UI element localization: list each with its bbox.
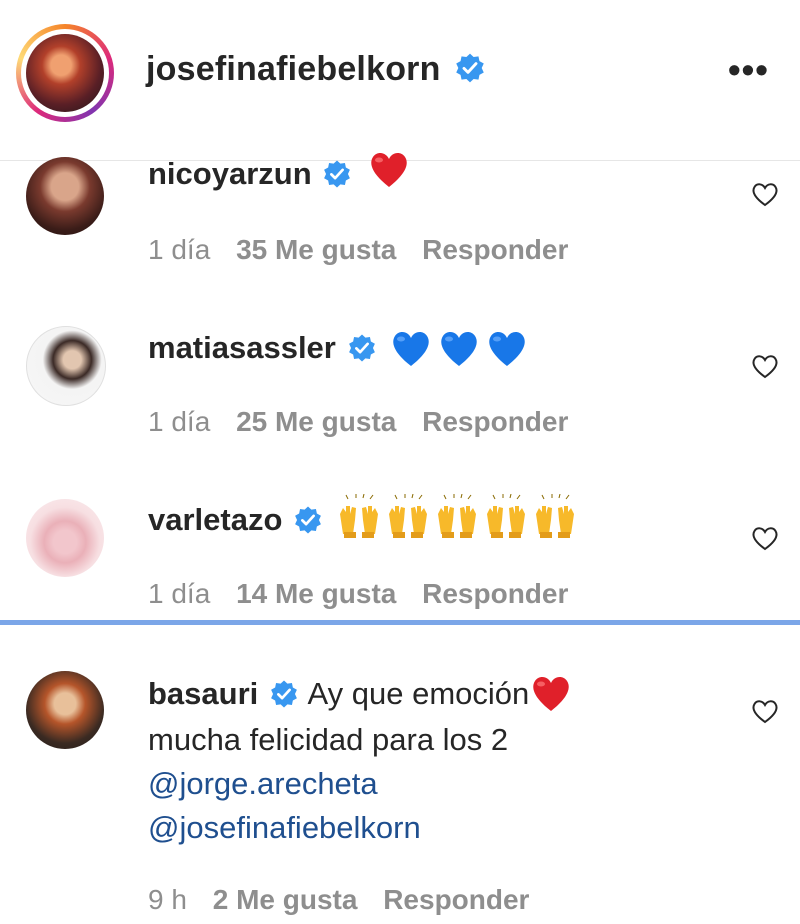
raising-hands-emoji-icon	[486, 493, 525, 538]
comment-avatar[interactable]	[26, 499, 104, 577]
more-options-button[interactable]: •••	[728, 52, 769, 88]
reply-button[interactable]: Responder	[422, 578, 568, 609]
red-heart-emoji-icon	[533, 676, 570, 711]
comment-time: 1 día	[148, 578, 211, 609]
reply-button[interactable]: Responder	[422, 234, 568, 265]
reply-button[interactable]: Responder	[422, 406, 568, 437]
comment-likes[interactable]: 2 Me gusta	[213, 884, 358, 915]
like-heart-icon[interactable]	[750, 180, 780, 208]
comment-meta: 1 día 35 Me gusta Responder	[148, 234, 586, 266]
comment-meta: 9 h 2 Me gusta Responder	[148, 884, 547, 916]
comment-username-line: basauri Ay que emoción	[148, 676, 573, 713]
like-heart-icon[interactable]	[750, 524, 780, 552]
reply-button[interactable]: Responder	[383, 884, 529, 915]
verified-badge-icon	[324, 160, 351, 188]
header-username[interactable]: josefinafiebelkorn	[146, 50, 486, 89]
mention-link[interactable]: @josefinafiebelkorn	[148, 810, 421, 846]
comment-text: Ay que emoción	[307, 676, 530, 711]
comment-time: 9 h	[148, 884, 187, 915]
header-username-text[interactable]: josefinafiebelkorn	[146, 50, 441, 88]
comment-likes[interactable]: 14 Me gusta	[236, 578, 396, 609]
blue-hearts-emoji	[385, 330, 529, 366]
comment-text-line: mucha felicidad para los 2	[148, 722, 509, 757]
comment-username-line: varletazo	[148, 493, 578, 540]
comment-likes[interactable]: 35 Me gusta	[236, 234, 396, 265]
section-divider	[0, 620, 800, 625]
verified-badge-icon	[271, 680, 297, 708]
like-heart-icon[interactable]	[750, 352, 780, 380]
comment-username-line: nicoyarzun	[148, 152, 411, 192]
header-avatar[interactable]	[16, 24, 114, 122]
verified-badge-icon	[295, 506, 321, 534]
like-heart-icon[interactable]	[750, 697, 780, 725]
comment-username[interactable]: matiasassler	[148, 330, 336, 365]
post-header: josefinafiebelkorn •••	[0, 0, 800, 161]
comment-username[interactable]: nicoyarzun	[148, 156, 312, 191]
comment-avatar[interactable]	[26, 157, 104, 235]
raising-hands-emoji-icon	[535, 493, 574, 538]
comment-meta: 1 día 25 Me gusta Responder	[148, 406, 586, 438]
comment-avatar[interactable]	[26, 326, 106, 406]
comment-meta: 1 día 14 Me gusta Responder	[148, 578, 586, 610]
comment-time: 1 día	[148, 406, 211, 437]
blue-heart-emoji-icon	[393, 331, 429, 366]
blue-heart-emoji-icon	[489, 331, 525, 366]
verified-badge-icon	[348, 334, 375, 362]
comment-username[interactable]: basauri	[148, 676, 258, 711]
verified-badge-icon	[456, 53, 484, 83]
comment-avatar[interactable]	[26, 671, 104, 749]
blue-heart-emoji-icon	[441, 331, 477, 366]
raising-hands-emoji	[332, 493, 578, 538]
comment-username-line: matiasassler	[148, 330, 529, 368]
comment-time: 1 día	[148, 234, 211, 265]
comment-likes[interactable]: 25 Me gusta	[236, 406, 396, 437]
mention-link[interactable]: @jorge.arecheta	[148, 766, 378, 802]
raising-hands-emoji-icon	[437, 493, 476, 538]
raising-hands-emoji-icon	[339, 493, 378, 538]
red-heart-emoji-icon	[371, 152, 407, 187]
raising-hands-emoji-icon	[388, 493, 427, 538]
comment-username[interactable]: varletazo	[148, 502, 282, 537]
